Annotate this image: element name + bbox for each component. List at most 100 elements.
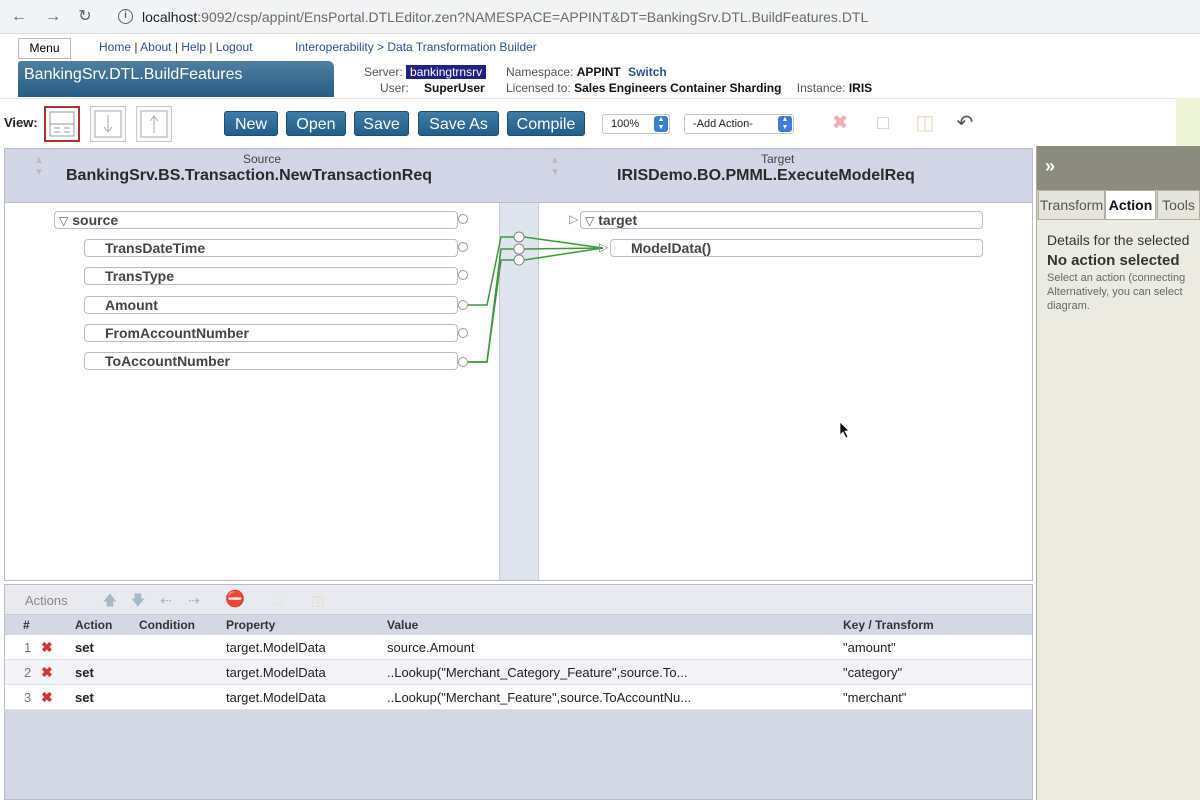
- row-action: set: [75, 640, 94, 655]
- row-key: "amount": [843, 640, 896, 655]
- wire-amount[interactable]: [467, 236, 518, 306]
- actions-title: Actions: [25, 593, 68, 608]
- back-arrow-icon[interactable]: ←: [8, 6, 30, 28]
- outdent-icon[interactable]: ⇠: [157, 591, 175, 609]
- move-up-icon[interactable]: 🡅: [101, 591, 119, 609]
- switch-link[interactable]: Switch: [628, 65, 667, 79]
- row-num: 1: [24, 640, 32, 655]
- table-row[interactable]: 1 ✖ set target.ModelData source.Amount "…: [5, 635, 1032, 660]
- address-bar[interactable]: localhost:9092/csp/appint/EnsPortal.DTLE…: [142, 6, 868, 28]
- target-root-field[interactable]: ▽ target: [580, 211, 983, 229]
- url-host: localhost: [142, 9, 198, 25]
- table-row[interactable]: 2 ✖ set target.ModelData ..Lookup("Merch…: [5, 660, 1032, 685]
- collapse-triangle-icon[interactable]: ▽: [585, 213, 594, 229]
- help-text-1: Select an action (connecting: [1047, 272, 1186, 284]
- collapse-panel-icon[interactable]: »: [1045, 156, 1055, 177]
- connector-node[interactable]: [513, 231, 525, 243]
- help-text-2: Alternatively, you can select: [1047, 286, 1183, 298]
- menu-button[interactable]: Menu: [18, 38, 71, 59]
- source-port[interactable]: [458, 242, 468, 252]
- open-button[interactable]: Open: [286, 111, 346, 136]
- view-diagram-icon[interactable]: [90, 106, 126, 142]
- user-info: User: SuperUser: [380, 81, 485, 95]
- namespace-value: APPINT: [576, 65, 621, 79]
- col-num: #: [23, 618, 30, 632]
- wire-out-1[interactable]: [523, 236, 604, 249]
- source-field[interactable]: TransDateTime: [84, 239, 458, 257]
- row-key: "category": [843, 665, 903, 680]
- details-panel: » Transform Action Tools Details for the…: [1036, 146, 1200, 800]
- table-row[interactable]: 3 ✖ set target.ModelData ..Lookup("Merch…: [5, 685, 1032, 710]
- col-value: Value: [387, 618, 419, 632]
- view-split-icon[interactable]: [44, 106, 80, 142]
- source-field[interactable]: ToAccountNumber: [84, 352, 458, 370]
- connector-node[interactable]: [513, 254, 525, 266]
- connector-node[interactable]: [513, 243, 525, 255]
- select-arrows-icon: ▲ ▼: [778, 116, 792, 132]
- row-num: 3: [24, 690, 32, 705]
- zoom-select[interactable]: 100% ▲ ▼: [602, 114, 670, 134]
- row-action: set: [75, 690, 94, 705]
- delete-icon[interactable]: ✖: [829, 112, 851, 134]
- source-port[interactable]: [458, 300, 468, 310]
- source-port[interactable]: [458, 357, 468, 367]
- source-port[interactable]: [458, 214, 468, 224]
- tab-action[interactable]: Action: [1105, 190, 1156, 220]
- add-action-select[interactable]: -Add Action- ▲ ▼: [684, 114, 794, 134]
- col-key-transform: Key / Transform: [843, 618, 934, 632]
- copy-icon[interactable]: □: [872, 112, 894, 134]
- forward-arrow-icon[interactable]: →: [42, 6, 64, 28]
- breadcrumb[interactable]: Interoperability > Data Transformation B…: [295, 40, 537, 54]
- tab-tools[interactable]: Tools: [1157, 190, 1200, 220]
- instance-value: IRIS: [848, 81, 873, 95]
- source-port[interactable]: [458, 328, 468, 338]
- dtl-diagram: ▲ ▼ Source BankingSrv.BS.Transaction.NewT…: [4, 148, 1033, 581]
- source-field[interactable]: Amount: [84, 296, 458, 314]
- move-down-icon[interactable]: 🡇: [129, 591, 147, 609]
- delete-row-icon[interactable]: ✖: [41, 639, 53, 656]
- remove-icon[interactable]: ⛔: [225, 591, 245, 609]
- target-root-label: target: [598, 212, 638, 228]
- details-heading: Details for the selected: [1047, 232, 1190, 248]
- save-as-button[interactable]: Save As: [418, 111, 499, 136]
- licensed-label: Licensed to:: [506, 81, 571, 95]
- source-root-field[interactable]: ▽ source: [54, 211, 458, 229]
- reload-icon[interactable]: ↻: [74, 6, 96, 28]
- copy-action-icon[interactable]: □: [269, 591, 287, 609]
- paste-action-icon[interactable]: ◫: [309, 591, 327, 609]
- col-action: Action: [75, 618, 113, 632]
- logout-link[interactable]: Logout: [216, 40, 253, 54]
- row-action: set: [75, 665, 94, 680]
- paste-icon[interactable]: ◫: [914, 112, 936, 134]
- collapse-triangle-icon[interactable]: ▽: [59, 213, 68, 229]
- indent-icon[interactable]: ⇢: [185, 591, 203, 609]
- wire-group: [467, 236, 604, 363]
- site-info-icon[interactable]: i: [118, 9, 133, 24]
- target-port-icon[interactable]: ▷: [569, 212, 578, 226]
- user-label: User:: [380, 81, 409, 95]
- undo-icon[interactable]: ↶: [954, 112, 976, 134]
- no-action-status: No action selected: [1047, 252, 1180, 269]
- about-link[interactable]: About: [140, 40, 171, 54]
- delete-row-icon[interactable]: ✖: [41, 689, 53, 706]
- view-actions-icon[interactable]: [136, 106, 172, 142]
- source-field[interactable]: TransType: [84, 267, 458, 285]
- page-title: BankingSrv.DTL.BuildFeatures: [18, 61, 334, 97]
- target-field[interactable]: ModelData(): [610, 239, 983, 257]
- help-link[interactable]: Help: [181, 40, 206, 54]
- delete-row-icon[interactable]: ✖: [41, 664, 53, 681]
- new-button[interactable]: New: [224, 111, 278, 136]
- compile-button[interactable]: Compile: [507, 111, 585, 136]
- save-button[interactable]: Save: [354, 111, 409, 136]
- actions-toolbar: Actions 🡅 🡇 ⇠ ⇢ ⛔ □ ◫: [5, 585, 1032, 615]
- tab-transform[interactable]: Transform: [1038, 190, 1105, 220]
- source-port[interactable]: [458, 270, 468, 280]
- wire-out-3[interactable]: [523, 247, 604, 261]
- source-field[interactable]: FromAccountNumber: [84, 324, 458, 342]
- wire-out-2[interactable]: [523, 247, 604, 250]
- target-port-icon[interactable]: ▷: [599, 240, 608, 254]
- row-property: target.ModelData: [226, 640, 326, 655]
- home-link[interactable]: Home: [99, 40, 131, 54]
- server-info: Server: bankingtrnsrv: [364, 65, 487, 79]
- url-path: :9092/csp/appint/EnsPortal.DTLEditor.zen…: [197, 9, 869, 25]
